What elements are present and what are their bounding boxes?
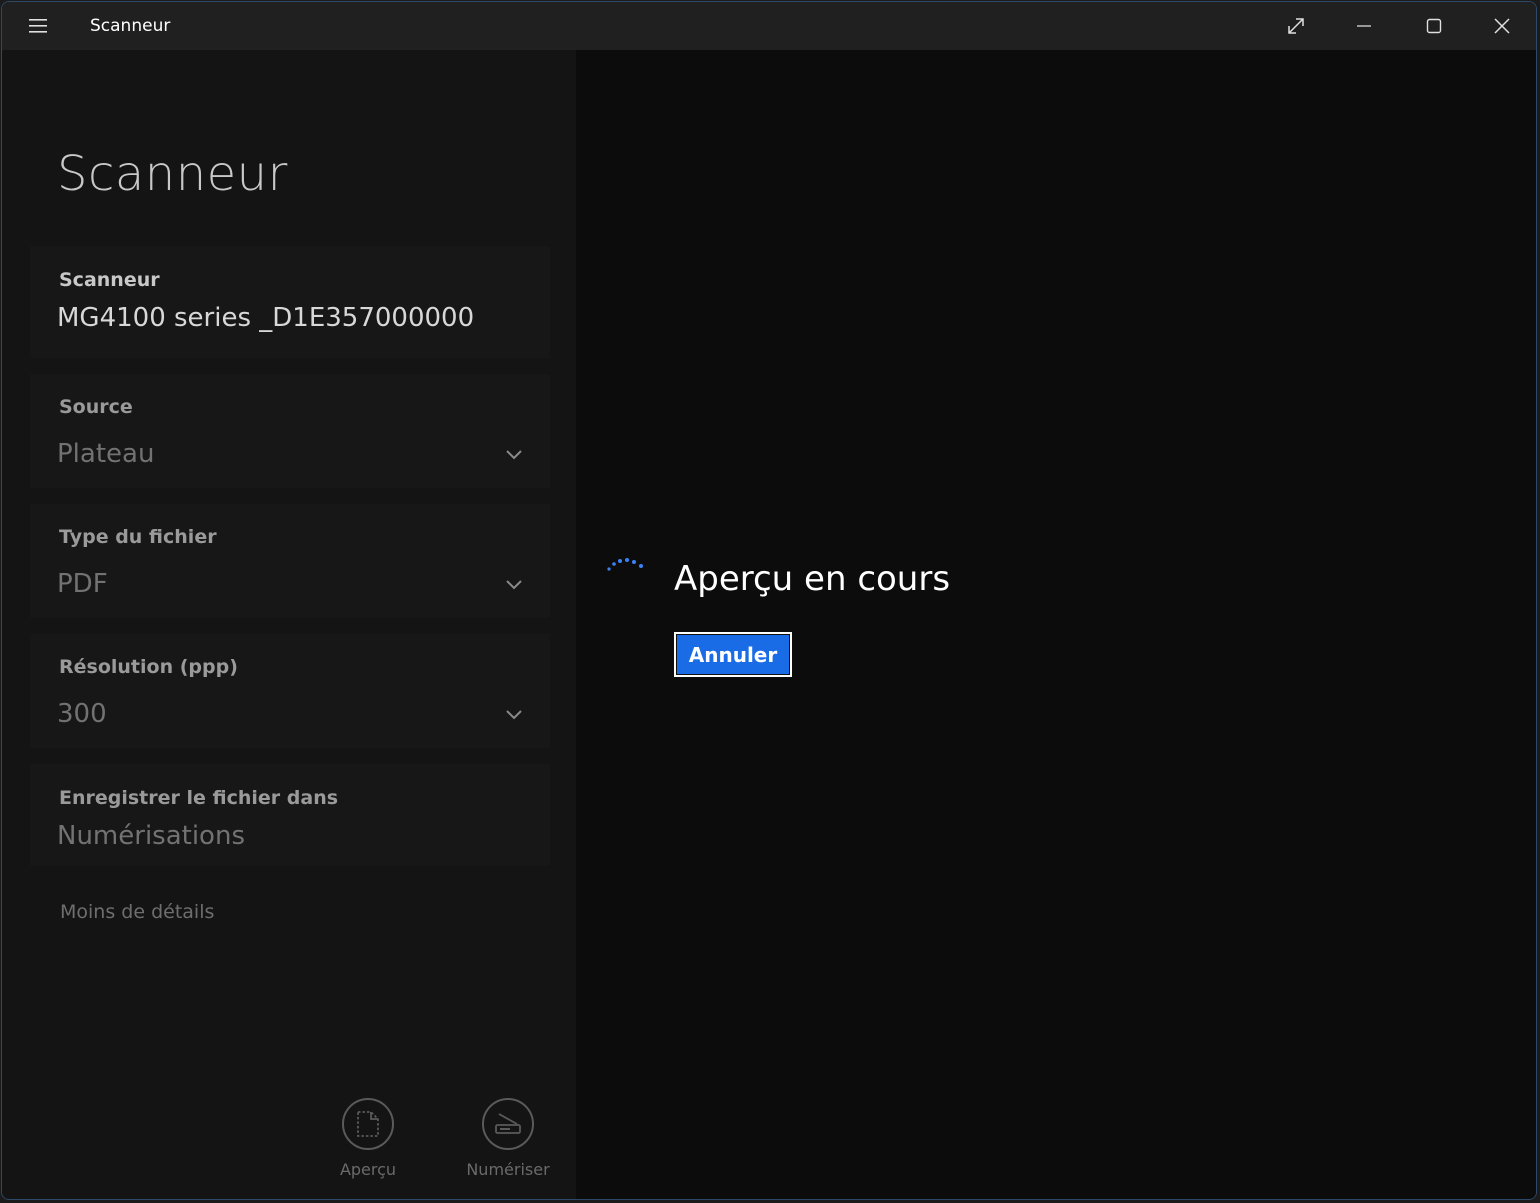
chevron-down-icon [504, 574, 524, 594]
file-type-dropdown[interactable]: Type du fichier PDF [30, 504, 550, 618]
preview-button[interactable]: Aperçu [308, 1098, 428, 1188]
maximize-icon [1426, 18, 1442, 34]
preview-icon [357, 1111, 379, 1137]
preview-area [576, 50, 1536, 1199]
page-title: Scanneur [57, 146, 288, 202]
resolution-value: 300 [57, 699, 107, 729]
scanner-icon [495, 1113, 521, 1134]
cancel-button[interactable]: Annuler [674, 632, 792, 677]
chevron-down-icon [504, 704, 524, 724]
hamburger-menu-icon[interactable] [24, 14, 52, 38]
title-bar: Scanneur [2, 2, 1536, 50]
scanner-label: Scanneur [59, 269, 160, 291]
save-location-label: Enregistrer le fichier dans [59, 787, 339, 809]
less-details-link[interactable]: Moins de détails [60, 900, 214, 924]
preview-status-text: Aperçu en cours [674, 559, 951, 599]
minimize-button[interactable] [1330, 2, 1398, 50]
save-location-value: Numérisations [57, 821, 245, 851]
preview-label: Aperçu [339, 1160, 397, 1179]
scan-label: Numériser [466, 1160, 550, 1179]
source-dropdown[interactable]: Source Plateau [30, 374, 550, 488]
settings-panel: Scanneur Scanneur MG4100 series _D1E3570… [2, 50, 576, 1199]
scanner-value: MG4100 series _D1E357000000 [57, 303, 475, 333]
scanner-selector[interactable]: Scanneur MG4100 series _D1E357000000 [30, 246, 550, 358]
save-location-link[interactable]: Enregistrer le fichier dans Numérisation… [30, 764, 550, 866]
resolution-label: Résolution (ppp) [59, 656, 238, 678]
fullscreen-icon [1288, 18, 1304, 34]
app-window: Scanneur Scanneur Scanneur MG4100 series… [1, 1, 1537, 1200]
fullscreen-button[interactable] [1262, 2, 1330, 50]
chevron-down-icon [504, 444, 524, 464]
scan-button[interactable]: Numériser [448, 1098, 568, 1188]
loading-spinner-icon [604, 555, 648, 575]
file-type-value: PDF [57, 569, 108, 599]
close-button[interactable] [1468, 2, 1536, 50]
file-type-label: Type du fichier [59, 526, 217, 548]
source-value: Plateau [57, 439, 155, 469]
source-label: Source [59, 396, 133, 418]
maximize-button[interactable] [1400, 2, 1468, 50]
close-icon [1494, 18, 1510, 34]
window-title: Scanneur [90, 16, 171, 36]
minimize-icon [1357, 25, 1371, 27]
resolution-dropdown[interactable]: Résolution (ppp) 300 [30, 634, 550, 748]
